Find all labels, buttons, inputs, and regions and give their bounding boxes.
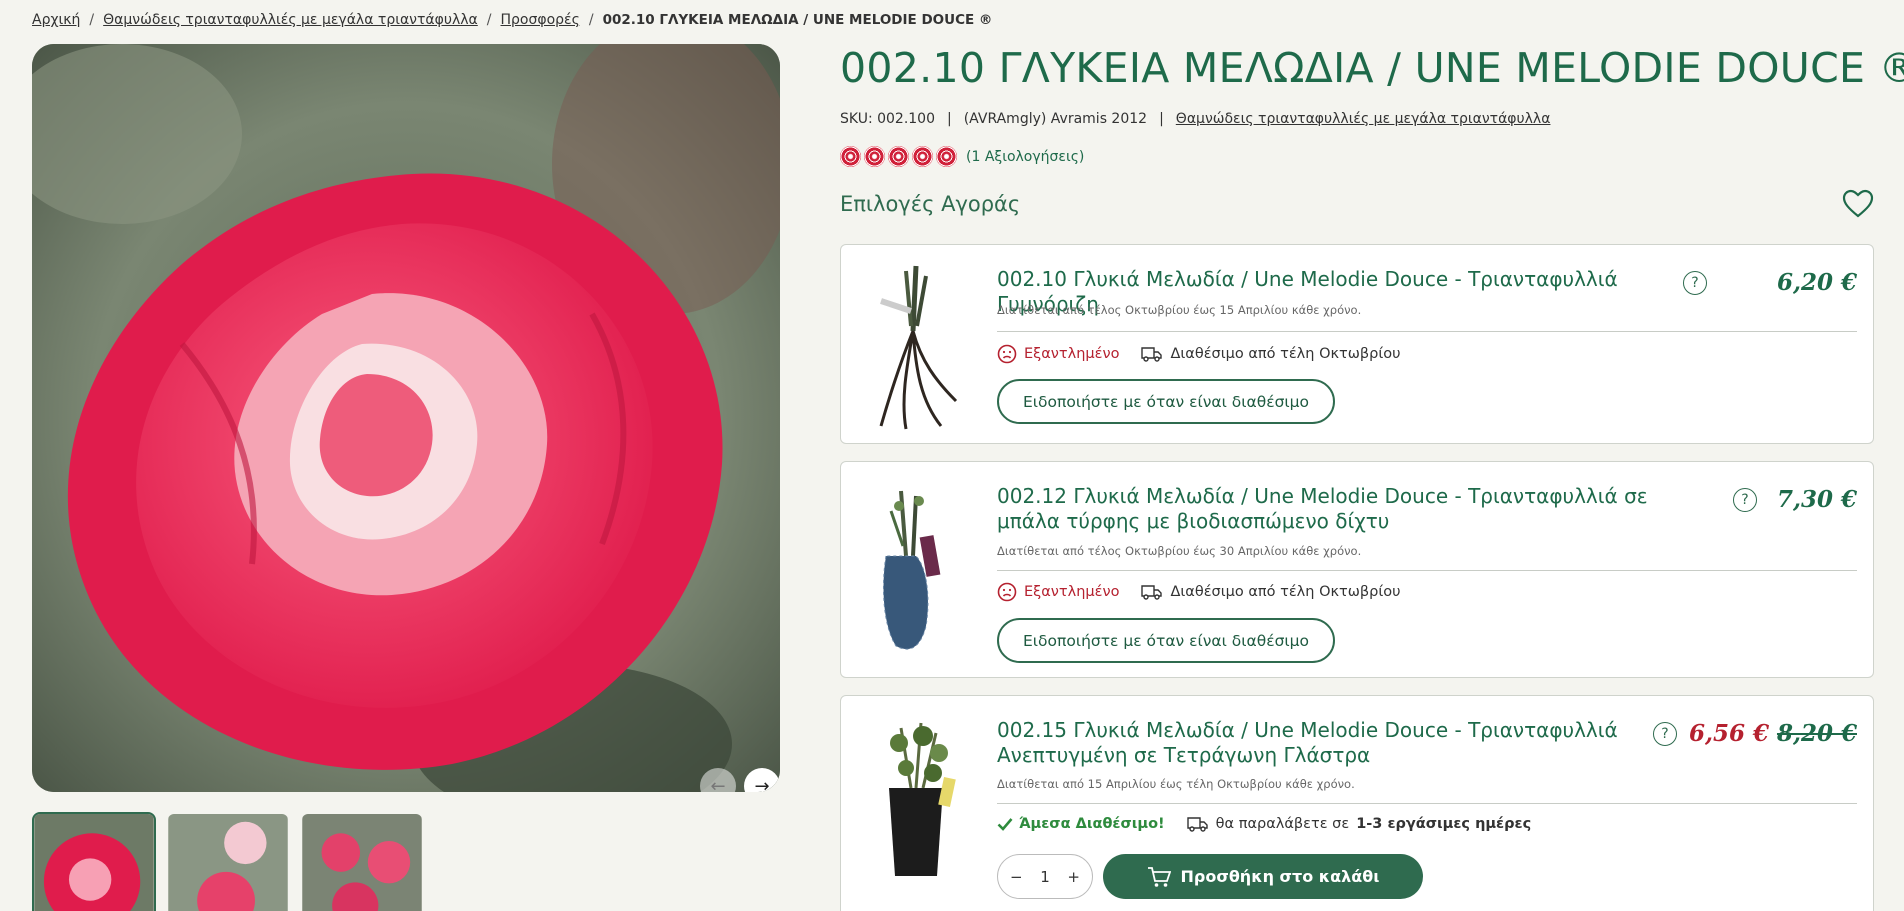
- thumbnail-image: [302, 814, 422, 911]
- potted-rose-image: [861, 718, 971, 878]
- delivery-text-prefix: θα παραλάβετε σε: [1215, 816, 1350, 832]
- breadcrumb-separator: /: [486, 12, 492, 28]
- checkmark-icon: [997, 818, 1013, 831]
- in-stock-status: Άμεσα Διαθέσιμο!: [997, 816, 1165, 832]
- purchase-option-card: 002.10 Γλυκιά Μελωδία / Une Melodie Douc…: [840, 244, 1874, 444]
- meta-separator: |: [1159, 111, 1164, 127]
- category-link[interactable]: Θαμνώδεις τριανταφυλλιές με μεγάλα τριαν…: [1176, 111, 1551, 127]
- rating-count: (1 Αξιολογήσεις): [966, 148, 1085, 165]
- bare-root-rose-image: [861, 261, 971, 431]
- wishlist-button[interactable]: [1842, 188, 1874, 220]
- stock-status-row: Εξαντλημένο Διαθέσιμο από τέλη Οκτωβρίου: [997, 582, 1401, 602]
- thumbnail-image: [168, 814, 288, 911]
- cart-icon: [1147, 866, 1171, 887]
- breadcrumb-separator: /: [89, 12, 95, 28]
- truck-icon: [1141, 585, 1163, 600]
- delivery-text: Διαθέσιμο από τέλη Οκτωβρίου: [1170, 346, 1401, 362]
- breeder-label: (AVRAmgly) Avramis 2012: [963, 111, 1148, 127]
- breadcrumb-home-link[interactable]: Αρχική: [32, 12, 80, 28]
- stock-status-text: Εξαντλημένο: [1024, 346, 1120, 362]
- arrow-left-icon: ←: [710, 775, 726, 793]
- delivery-text: Διαθέσιμο από τέλη Οκτωβρίου: [1170, 584, 1401, 600]
- breadcrumb-current: 002.10 ΓΛΥΚΕΙΑ ΜΕΛΩΔΙΑ / UNE MELODIE DOU…: [602, 12, 993, 28]
- help-icon[interactable]: ?: [1683, 271, 1707, 295]
- thumbnail-image: [34, 814, 154, 911]
- rose-rating-icon: [936, 146, 957, 167]
- quantity-increase-button[interactable]: +: [1067, 868, 1080, 886]
- add-to-cart-label: Προσθήκη στο καλάθι: [1180, 867, 1380, 886]
- arrow-right-icon: →: [754, 775, 770, 793]
- rose-rating-icon: [864, 146, 885, 167]
- thumbnail-2[interactable]: [166, 812, 290, 911]
- stock-status-row: Άμεσα Διαθέσιμο! θα παραλάβετε σε 1-3 ερ…: [997, 815, 1531, 833]
- quantity-value[interactable]: 1: [1040, 868, 1050, 886]
- delivery-info: θα παραλάβετε σε 1-3 εργάσιμες ημέρες: [1186, 815, 1532, 833]
- help-icon[interactable]: ?: [1653, 722, 1677, 746]
- purchase-options-heading: Επιλογές Αγοράς: [840, 192, 1021, 216]
- quantity-stepper: − 1 +: [997, 854, 1093, 899]
- sad-face-icon: [997, 344, 1017, 364]
- stock-status-text: Εξαντλημένο: [1024, 584, 1120, 600]
- page-title: 002.10 ΓΛΥΚΕΙΑ ΜΕΛΩΔΙΑ / UNE MELODIE DOU…: [840, 44, 1904, 92]
- delivery-time: 1-3 εργάσιμες ημέρες: [1356, 816, 1532, 832]
- rose-rating-icon: [840, 146, 861, 167]
- product-meta: SKU: 002.100 | (AVRAmgly) Avramis 2012 | Θαμ…: [840, 111, 1550, 127]
- stock-status-row: Εξαντλημένο Διαθέσιμο από τέλη Οκτωβρίου: [997, 344, 1401, 364]
- option-price: 7,30 €: [1776, 486, 1857, 513]
- purchase-option-card: 002.15 Γλυκιά Μελωδία / Une Melodie Douc…: [840, 695, 1874, 911]
- old-price: 8,20 €: [1776, 720, 1857, 747]
- divider: [997, 570, 1857, 571]
- stock-status-text: Άμεσα Διαθέσιμο!: [1019, 816, 1165, 832]
- breadcrumb-separator: /: [588, 12, 594, 28]
- product-main-image[interactable]: ← →: [32, 44, 780, 792]
- quantity-decrease-button[interactable]: −: [1010, 868, 1023, 886]
- divider: [997, 331, 1857, 332]
- delivery-info: Διαθέσιμο από τέλη Οκτωβρίου: [1141, 583, 1401, 601]
- option-name: 002.12 Γλυκιά Μελωδία / Une Melodie Douc…: [997, 484, 1648, 533]
- option-name: 002.15 Γλυκιά Μελωδία / Une Melodie Douc…: [997, 718, 1618, 767]
- rating[interactable]: (1 Αξιολογήσεις): [840, 146, 1084, 167]
- out-of-stock-status: Εξαντλημένο: [997, 582, 1119, 602]
- peat-ball-rose-image: [861, 486, 971, 656]
- option-price: 6,20 €: [1776, 269, 1857, 296]
- rose-rating-icon: [888, 146, 909, 167]
- out-of-stock-status: Εξαντλημένο: [997, 344, 1119, 364]
- availability-note: Διατίθεται από τέλος Οκτωβρίου έως 15 Απ…: [997, 303, 1362, 317]
- add-to-cart-button[interactable]: Προσθήκη στο καλάθι: [1103, 854, 1423, 899]
- rose-rating-icon: [912, 146, 933, 167]
- sale-price: 6,56 €: [1688, 720, 1769, 747]
- breadcrumb: Αρχική / Θαμνώδεις τριανταφυλλιές με μεγάλ…: [32, 12, 992, 28]
- sku-label: SKU: 002.100: [840, 111, 935, 127]
- heart-icon: [1842, 189, 1874, 218]
- thumbnail-strip: [32, 812, 424, 911]
- delivery-info: Διαθέσιμο από τέλη Οκτωβρίου: [1141, 345, 1401, 363]
- breadcrumb-category-link[interactable]: Θαμνώδεις τριανταφυλλιές με μεγάλα τριαν…: [103, 12, 478, 28]
- truck-icon: [1186, 817, 1208, 832]
- thumbnail-1[interactable]: [32, 812, 156, 911]
- notify-me-button[interactable]: Ειδοποιήστε με όταν είναι διαθέσιμο: [997, 379, 1336, 424]
- divider: [997, 803, 1857, 804]
- help-icon[interactable]: ?: [1733, 488, 1757, 512]
- thumbnail-3[interactable]: [300, 812, 424, 911]
- meta-separator: |: [947, 111, 952, 127]
- availability-note: Διατίθεται από τέλος Οκτωβρίου έως 30 Απ…: [997, 544, 1362, 558]
- option-price: 6,56 € 8,20 €: [1689, 720, 1857, 747]
- notify-me-button[interactable]: Ειδοποιήστε με όταν είναι διαθέσιμο: [997, 618, 1336, 663]
- rose-photo: [32, 44, 780, 792]
- availability-note: Διατίθεται από 15 Απριλίου έως τέλη Οκτω…: [997, 777, 1355, 791]
- purchase-option-card: 002.12 Γλυκιά Μελωδία / Une Melodie Douc…: [840, 461, 1874, 678]
- sad-face-icon: [997, 582, 1017, 602]
- breadcrumb-offers-link[interactable]: Προσφορές: [501, 12, 580, 28]
- truck-icon: [1141, 347, 1163, 362]
